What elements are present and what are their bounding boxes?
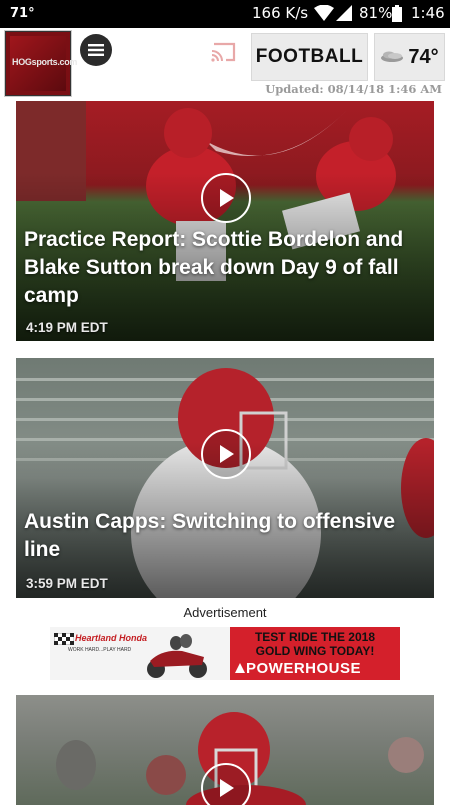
ad-dealer-tagline: WORK HARD...PLAY HARD	[68, 647, 132, 653]
battery-icon	[392, 5, 402, 26]
play-icon	[220, 189, 234, 207]
article-card[interactable]	[16, 695, 434, 805]
weather-temperature: 74°	[408, 45, 439, 68]
ad-line-1: TEST RIDE THE 2018	[254, 630, 376, 644]
menu-button[interactable]	[80, 34, 112, 66]
article-headline: Austin Capps: Switching to offensive lin…	[24, 510, 396, 561]
play-button[interactable]	[201, 763, 251, 805]
status-time: 1:46	[411, 4, 445, 22]
wifi-icon	[314, 4, 334, 25]
ad-line-3: POWERHOUSE	[246, 660, 362, 677]
play-button[interactable]	[201, 173, 251, 223]
weather-button[interactable]: 74°	[374, 33, 445, 81]
article-time: 3:59 PM EDT	[26, 576, 108, 591]
advertisement-label: Advertisement	[183, 605, 267, 620]
play-icon	[220, 779, 234, 797]
cloud-icon	[381, 51, 404, 62]
motorcycle-image	[147, 634, 207, 678]
updated-timestamp: Updated: 08/14/18 1:46 AM	[265, 82, 442, 96]
menu-icon	[88, 44, 104, 56]
network-speed: 166 K/s	[252, 4, 309, 22]
logo-text: HOGsports.com	[12, 57, 78, 67]
battery-percent: 81%	[359, 4, 393, 22]
status-bar: 71° 166 K/s 81% 1:46	[0, 0, 450, 28]
signal-icon	[336, 5, 352, 25]
honda-wing-icon	[235, 663, 245, 673]
article-time: 4:19 PM EDT	[26, 320, 108, 335]
article-card[interactable]: Austin Capps: Switching to offensive lin…	[16, 358, 434, 598]
section-football-button[interactable]: FOOTBALL	[251, 33, 368, 81]
ad-dealer-name: Heartland Honda	[75, 633, 148, 643]
cast-icon[interactable]	[211, 42, 237, 67]
play-button[interactable]	[201, 429, 251, 479]
advertisement-banner[interactable]: Heartland Honda WORK HARD...PLAY HARD TE…	[50, 627, 400, 680]
status-temperature: 71°	[10, 6, 35, 21]
play-icon	[220, 445, 234, 463]
ad-line-2: GOLD WING TODAY!	[255, 644, 375, 658]
article-headline: Practice Report: Scottie Bordelon and Bl…	[24, 228, 404, 307]
article-card[interactable]: Practice Report: Scottie Bordelon and Bl…	[16, 101, 434, 341]
site-logo[interactable]: HOGsports.com	[5, 31, 77, 96]
checkered-flag-icon	[54, 633, 74, 645]
